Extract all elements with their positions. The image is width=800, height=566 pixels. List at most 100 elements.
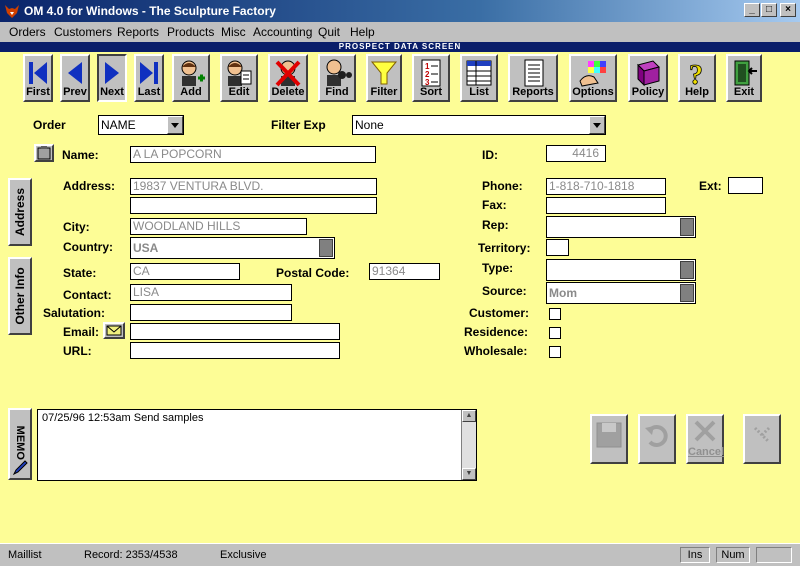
email-field[interactable] [130,323,340,340]
delete-button[interactable]: Delete [268,54,308,102]
city-field[interactable]: WOODLAND HILLS [130,218,307,235]
state-field[interactable]: CA [130,263,240,280]
options-grid-icon [579,61,606,87]
next-button[interactable]: Next [97,54,127,102]
chevron-down-icon[interactable] [167,116,183,134]
type-label: Type: [482,261,514,275]
contact-label: Contact: [63,288,112,302]
territory-field[interactable] [546,239,569,256]
menu-bar: Orders Customers Reports Products Misc A… [0,22,800,42]
menu-orders[interactable]: Orders [9,25,46,39]
tab-address[interactable]: Address [8,178,32,246]
tab-other-info[interactable]: Other Info [8,257,32,335]
floppy-disk-icon [596,422,622,448]
policy-button[interactable]: Policy [628,54,668,102]
prev-button[interactable]: Prev [60,54,90,102]
first-button[interactable]: First [23,54,53,102]
address-label: Address: [63,179,116,193]
country-scroll-thumb[interactable] [319,239,333,257]
scroll-up-icon[interactable]: ▲ [462,410,476,422]
menu-help[interactable]: Help [350,25,375,39]
menu-misc[interactable]: Misc [221,25,246,39]
window-title: OM 4.0 for Windows - The Sculpture Facto… [24,4,276,18]
phone-field[interactable]: 1-818-710-1818 [546,178,666,195]
customer-checkbox[interactable] [549,308,561,320]
menu-accounting[interactable]: Accounting [253,25,312,39]
filter-exp-select[interactable]: None [352,115,606,135]
screen-title: PROSPECT DATA SCREEN [0,42,800,52]
add-button[interactable]: Add [172,54,210,102]
tools-button[interactable] [743,414,781,464]
menu-quit[interactable]: Quit [318,25,340,39]
clipboard-button[interactable] [34,144,54,162]
salutation-field[interactable] [130,304,292,321]
contact-field[interactable]: LISA [130,284,292,301]
menu-customers[interactable]: Customers [54,25,112,39]
cancel-button[interactable]: Cancel [686,414,724,464]
help-button[interactable]: ? Help [678,54,716,102]
scroll-down-icon[interactable]: ▼ [462,468,476,480]
rep-field[interactable] [546,216,696,238]
address-line1-field[interactable]: 19837 VENTURA BLVD. [130,178,377,195]
email-label: Email: [63,325,100,339]
menu-reports[interactable]: Reports [117,25,159,39]
rep-scroll-thumb[interactable] [680,218,694,236]
residence-checkbox[interactable] [549,327,561,339]
source-scroll-thumb[interactable] [680,284,694,302]
ins-indicator: Ins [680,547,710,563]
salutation-label: Salutation: [43,306,105,320]
title-bar: OM 4.0 for Windows - The Sculpture Facto… [0,0,800,22]
exit-button[interactable]: Exit [726,54,762,102]
undo-arrow-icon [645,425,668,447]
save-button[interactable] [590,414,628,464]
last-button[interactable]: Last [134,54,164,102]
fax-label: Fax: [482,198,507,212]
postal-code-field[interactable]: 91364 [369,263,440,280]
state-label: State: [63,266,97,280]
last-record-icon [140,62,158,84]
residence-label: Residence: [464,325,529,339]
num-indicator: Num [716,547,750,563]
edit-button[interactable]: Edit [220,54,258,102]
prev-record-icon [68,62,82,84]
list-table-icon [466,60,492,86]
list-button[interactable]: List [460,54,498,102]
memo-scrollbar[interactable]: ▲ ▼ [461,410,476,480]
close-button[interactable]: × [780,3,796,17]
url-field[interactable] [130,342,340,359]
name-field[interactable]: A LA POPCORN [130,146,376,163]
email-send-button[interactable] [103,322,125,339]
lock-status: Exclusive [220,549,267,561]
fax-field[interactable] [546,197,666,214]
filter-button[interactable]: Filter [366,54,402,102]
phone-label: Phone: [482,179,523,193]
sort-button[interactable]: 123 Sort [412,54,450,102]
menu-products[interactable]: Products [167,25,214,39]
source-field[interactable]: Mom [546,282,696,304]
ext-field[interactable] [728,177,763,194]
city-label: City: [63,220,90,234]
find-button[interactable]: Find [318,54,356,102]
tools-icon [753,426,771,444]
postal-code-label: Postal Code: [276,266,350,280]
type-scroll-thumb[interactable] [680,261,694,279]
address-line2-field[interactable] [130,197,377,214]
options-button[interactable]: Options [569,54,617,102]
memo-textarea[interactable]: 07/25/96 12:53am Send samples ▲ ▼ [37,409,477,481]
country-field[interactable]: USA [130,237,335,259]
edit-person-icon [227,60,252,86]
minimize-button[interactable]: _ [744,3,760,17]
reports-button[interactable]: Reports [508,54,558,102]
next-record-icon [105,62,119,84]
maximize-button[interactable]: □ [761,3,777,17]
chevron-down-icon[interactable] [589,116,605,134]
memo-button[interactable]: MEMO [8,408,32,480]
add-person-icon [181,60,205,86]
status-mode: Maillist [8,549,42,561]
id-field[interactable]: 4416 [546,145,606,162]
undo-button[interactable] [638,414,676,464]
type-field[interactable] [546,259,696,281]
filter-funnel-icon [370,61,398,85]
wholesale-checkbox[interactable] [549,346,561,358]
order-select[interactable]: NAME [98,115,184,135]
